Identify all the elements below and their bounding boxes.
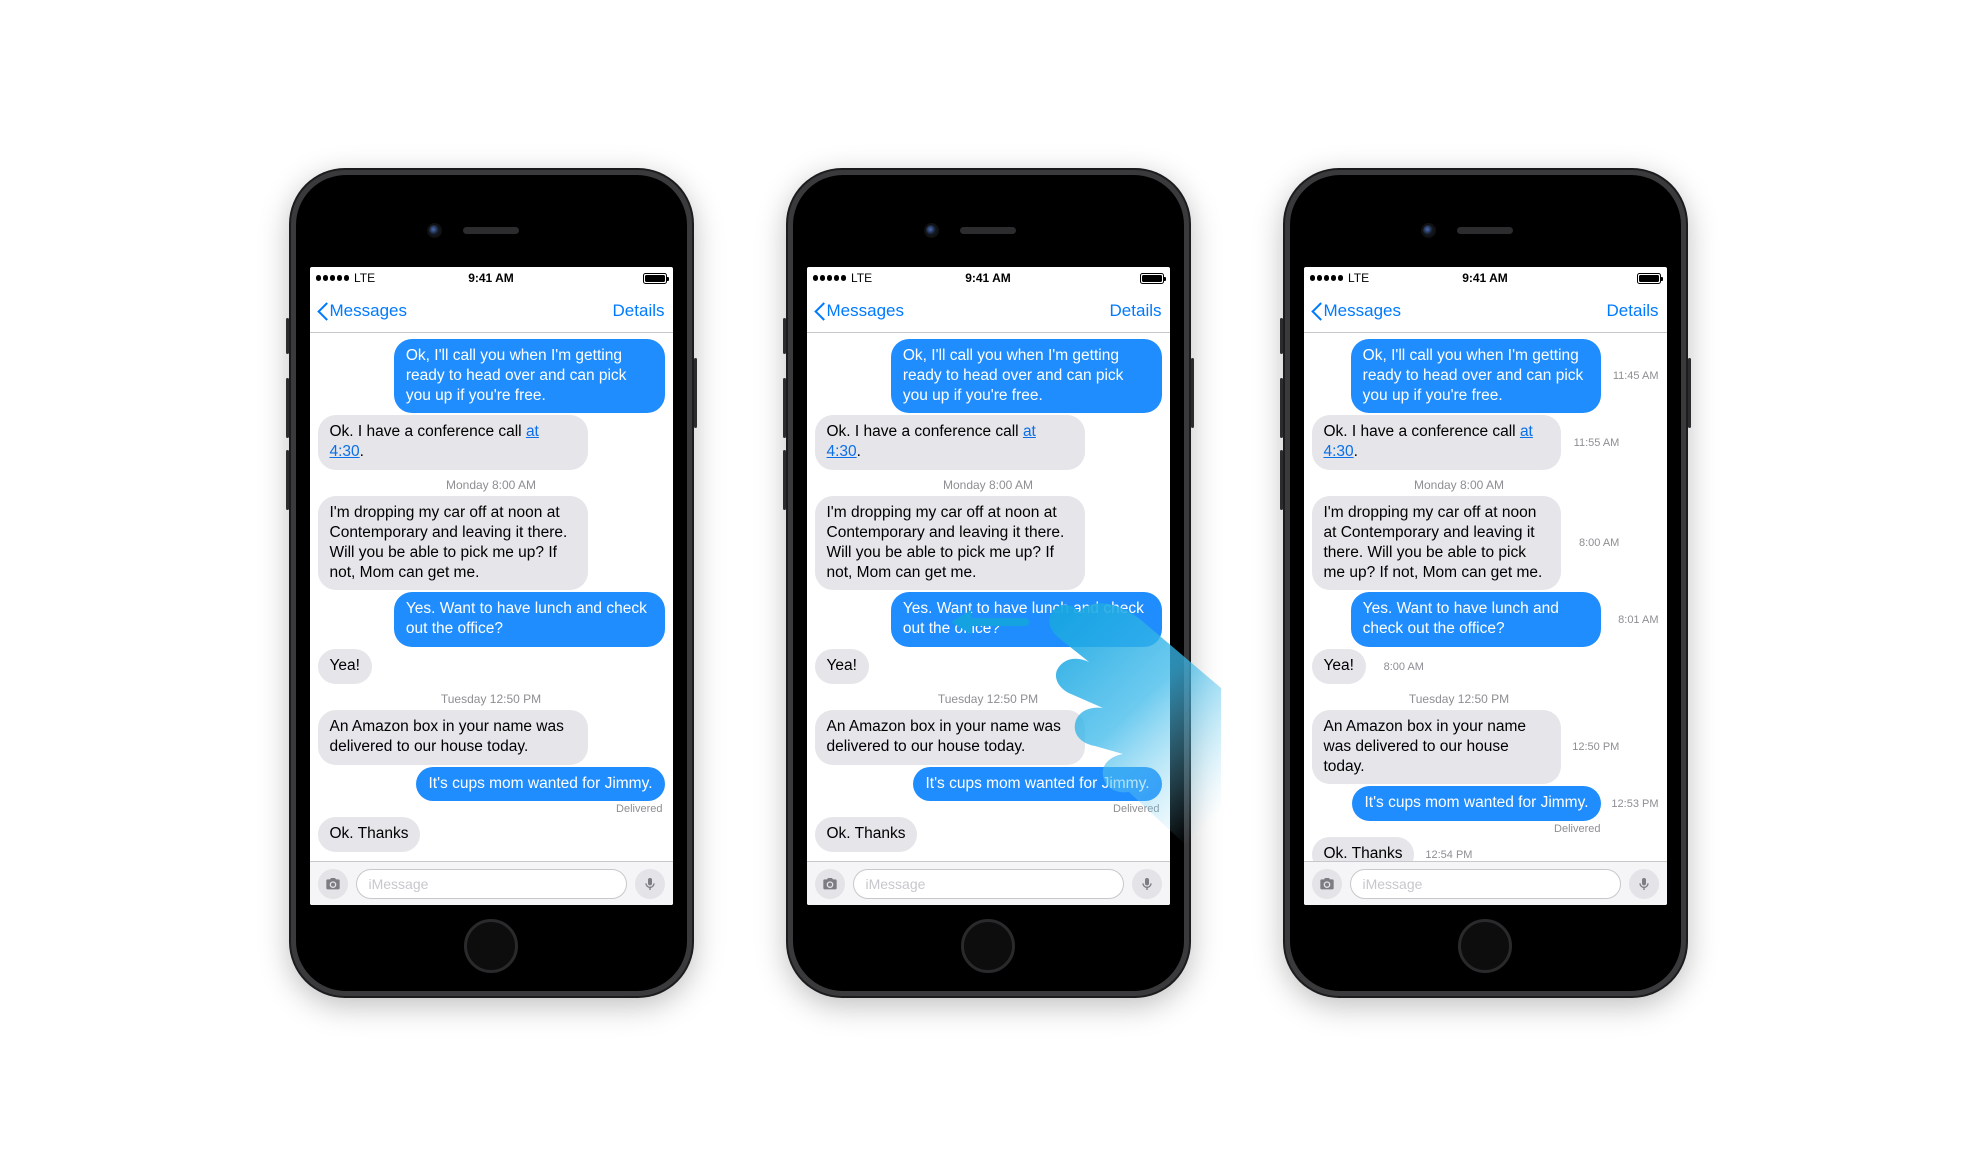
message-time: 8:01 AM	[1607, 614, 1659, 626]
home-button[interactable]	[1458, 919, 1512, 973]
back-label: Messages	[827, 301, 904, 321]
message-bubble[interactable]: I'm dropping my car off at noon at Conte…	[1312, 496, 1659, 590]
timestamp-header: Tuesday 12:50 PM	[1304, 692, 1633, 706]
message-bubble[interactable]: I'm dropping my car off at noon at Conte…	[318, 496, 665, 590]
timestamp-header: Monday 8:00 AM	[1304, 478, 1633, 492]
message-bubble[interactable]: Yes. Want to have lunch and check out th…	[815, 592, 1162, 647]
delivered-label: Delivered	[815, 803, 1160, 815]
details-button[interactable]: Details	[1599, 301, 1667, 321]
message-bubble[interactable]: Yea!8:00 AM	[815, 649, 1162, 684]
back-label: Messages	[1324, 301, 1401, 321]
back-button[interactable]: Messages	[1304, 301, 1409, 321]
message-time: 11:45 AM	[1607, 370, 1659, 382]
earpiece	[463, 227, 519, 234]
message-input[interactable]: iMessage	[1350, 869, 1621, 899]
message-input[interactable]: iMessage	[853, 869, 1124, 899]
message-time: 11:55 AM	[1567, 437, 1619, 449]
chevron-left-icon	[815, 301, 827, 321]
nav-bar: Messages Details	[310, 289, 673, 333]
input-bar: iMessage	[310, 861, 673, 905]
message-bubble[interactable]: Yes. Want to have lunch and check out th…	[318, 592, 665, 647]
message-bubble[interactable]: It's cups mom wanted for Jimmy.12:53 PM	[1312, 786, 1659, 821]
delivered-label: Delivered	[1312, 823, 1601, 835]
camera-icon[interactable]	[318, 869, 348, 899]
status-bar: LTE 9:41 AM	[1304, 267, 1667, 289]
front-camera	[926, 225, 937, 236]
microphone-icon[interactable]	[635, 869, 665, 899]
screen: LTE 9:41 AM Messages Details Ok, I'll ca…	[807, 267, 1170, 905]
status-clock: 9:41 AM	[310, 271, 673, 285]
input-bar: iMessage	[1304, 861, 1667, 905]
timestamp-header: Tuesday 12:50 PM	[815, 692, 1162, 706]
chevron-left-icon	[1312, 301, 1324, 321]
chevron-left-icon	[318, 301, 330, 321]
message-bubble[interactable]: Ok. Thanks12:54 PM	[1312, 837, 1659, 861]
screen: LTE 9:41 AM Messages Details Ok, I'll ca…	[1304, 267, 1667, 905]
screen: LTE 9:41 AM Messages Details Ok, I'll ca…	[310, 267, 673, 905]
message-bubble[interactable]: Ok. Thanks12:54 PM	[815, 817, 1162, 852]
earpiece	[960, 227, 1016, 234]
message-time: 12:54 PM	[1420, 849, 1472, 861]
camera-icon[interactable]	[815, 869, 845, 899]
message-bubble[interactable]: An Amazon box in your name was delivered…	[318, 710, 665, 765]
message-bubble[interactable]: Ok, I'll call you when I'm getting ready…	[1312, 339, 1659, 413]
timestamp-header: Monday 8:00 AM	[815, 478, 1162, 492]
message-bubble[interactable]: Ok, I'll call you when I'm getting ready…	[815, 339, 1162, 413]
message-bubble[interactable]: I'm dropping my car off at noon at Conte…	[815, 496, 1162, 590]
microphone-icon[interactable]	[1629, 869, 1659, 899]
home-button[interactable]	[961, 919, 1015, 973]
timestamp-header: Monday 8:00 AM	[318, 478, 665, 492]
nav-bar: Messages Details	[1304, 289, 1667, 333]
message-bubble[interactable]: It's cups mom wanted for Jimmy.12:53 PM	[318, 767, 665, 802]
status-bar: LTE 9:41 AM	[807, 267, 1170, 289]
details-button[interactable]: Details	[1102, 301, 1170, 321]
battery-icon	[1637, 273, 1661, 284]
battery-icon	[643, 273, 667, 284]
message-bubble[interactable]: Ok. I have a conference call at 4:30.11:…	[815, 415, 1162, 470]
message-bubble[interactable]: Yea!8:00 AM	[1312, 649, 1659, 684]
iphone-device: LTE 9:41 AM Messages Details Ok, I'll ca…	[1283, 168, 1688, 998]
message-bubble[interactable]: Ok, I'll call you when I'm getting ready…	[318, 339, 665, 413]
front-camera	[1423, 225, 1434, 236]
message-thread[interactable]: Ok, I'll call you when I'm getting ready…	[310, 333, 673, 861]
battery-icon	[1140, 273, 1164, 284]
message-thread[interactable]: Ok, I'll call you when I'm getting ready…	[1304, 333, 1667, 861]
timestamp-header: Tuesday 12:50 PM	[318, 692, 665, 706]
message-bubble[interactable]: Ok. I have a conference call at 4:30.11:…	[1312, 415, 1659, 470]
message-time: 12:50 PM	[1567, 741, 1619, 753]
status-clock: 9:41 AM	[1304, 271, 1667, 285]
iphone-device: LTE 9:41 AM Messages Details Ok, I'll ca…	[289, 168, 694, 998]
message-time: 8:00 AM	[1372, 661, 1424, 673]
message-bubble[interactable]: An Amazon box in your name was delivered…	[815, 710, 1162, 765]
message-bubble[interactable]: Yes. Want to have lunch and check out th…	[1312, 592, 1659, 647]
message-bubble[interactable]: Yea!8:00 AM	[318, 649, 665, 684]
back-button[interactable]: Messages	[310, 301, 415, 321]
message-bubble[interactable]: It's cups mom wanted for Jimmy.12:53 PM	[815, 767, 1162, 802]
input-bar: iMessage	[807, 861, 1170, 905]
nav-bar: Messages Details	[807, 289, 1170, 333]
message-bubble[interactable]: Ok. I have a conference call at 4:30.11:…	[318, 415, 665, 470]
message-bubble[interactable]: An Amazon box in your name was delivered…	[1312, 710, 1659, 784]
status-clock: 9:41 AM	[807, 271, 1170, 285]
message-time: 12:53 PM	[1607, 798, 1659, 810]
home-button[interactable]	[464, 919, 518, 973]
back-label: Messages	[330, 301, 407, 321]
message-bubble[interactable]: Ok. Thanks12:54 PM	[318, 817, 665, 852]
back-button[interactable]: Messages	[807, 301, 912, 321]
details-button[interactable]: Details	[605, 301, 673, 321]
front-camera	[429, 225, 440, 236]
iphone-device: LTE 9:41 AM Messages Details Ok, I'll ca…	[786, 168, 1191, 998]
message-input[interactable]: iMessage	[356, 869, 627, 899]
delivered-label: Delivered	[318, 803, 663, 815]
message-time: 8:00 AM	[1567, 537, 1619, 549]
microphone-icon[interactable]	[1132, 869, 1162, 899]
earpiece	[1457, 227, 1513, 234]
message-thread[interactable]: Ok, I'll call you when I'm getting ready…	[807, 333, 1170, 861]
status-bar: LTE 9:41 AM	[310, 267, 673, 289]
camera-icon[interactable]	[1312, 869, 1342, 899]
